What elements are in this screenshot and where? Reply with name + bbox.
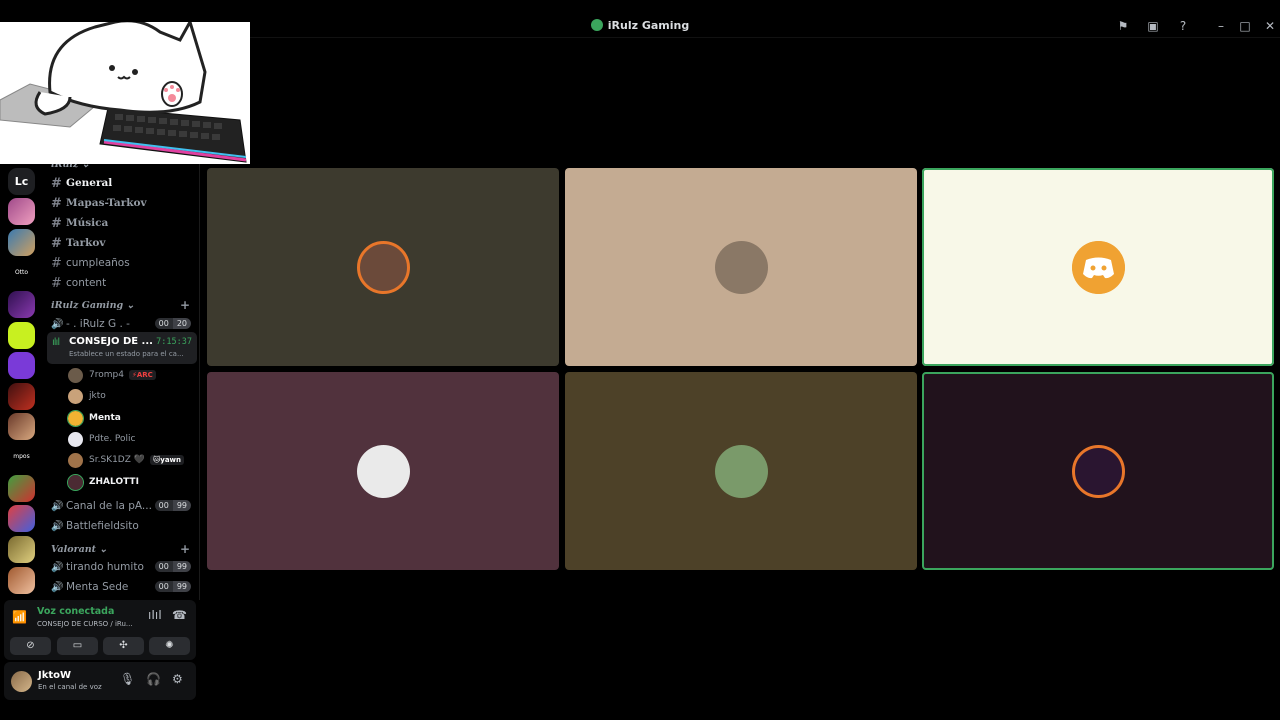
voice-user[interactable]: Pdte. Polic (68, 430, 136, 448)
server-mpos[interactable]: mpos (8, 448, 35, 464)
participant-avatar (357, 445, 410, 498)
server-avatar[interactable] (8, 567, 35, 594)
noise-suppression-icon[interactable]: ıIıI (148, 608, 162, 622)
help-icon[interactable]: ? (1175, 18, 1191, 34)
voice-channel[interactable]: 🔊 Canal de la pA... 00 99 (51, 497, 195, 515)
channel-cumpleanos[interactable]: # cumpleaños (51, 254, 195, 272)
maximize-button[interactable]: □ (1237, 18, 1253, 34)
hash-icon: # (51, 175, 62, 191)
voice-user[interactable]: Menta (67, 409, 121, 427)
signal-icon[interactable]: 📶 (12, 610, 28, 626)
add-channel-icon[interactable]: + (180, 298, 190, 312)
avatar (67, 473, 84, 491)
hash-icon: # (51, 195, 62, 211)
server-avatar[interactable] (8, 352, 35, 379)
voice-user[interactable]: ZHALOTTI (67, 473, 139, 491)
flag-icon[interactable]: ⚑ (1115, 18, 1131, 34)
discord-default-avatar-icon (1072, 241, 1125, 294)
server-avatar[interactable] (8, 198, 35, 225)
server-icon (590, 19, 603, 31)
channel-tarkov[interactable]: # Tarkov (51, 234, 195, 252)
channel-content[interactable]: # content (51, 274, 195, 292)
speaker-icon: 🔊 (51, 318, 64, 330)
participant-avatar (357, 241, 410, 294)
hash-icon: # (51, 215, 62, 231)
inbox-icon[interactable]: ▣ (1145, 18, 1161, 34)
voice-user[interactable]: jkto (68, 387, 106, 405)
channel-general[interactable]: # General (51, 174, 195, 192)
server-avatar[interactable] (8, 291, 35, 318)
user-limit-badge: 00 20 (154, 318, 191, 329)
speaker-icon: 🔊 (51, 581, 64, 593)
active-voice-channel[interactable]: ılıl CONSEJO DE ... 7:15:37 Establece un… (47, 332, 197, 364)
user-panel: JktoW En el canal de voz 🎙 🎧 ⚙ (4, 662, 196, 700)
settings-icon[interactable]: ⚙ (172, 672, 183, 686)
hash-icon: # (51, 255, 62, 271)
voice-user[interactable]: Sr.SK1DZ 🖤 🐱yawn (68, 451, 184, 469)
voice-channel[interactable]: 🔊 tirando humito 00 99 (51, 558, 195, 576)
voice-connection-panel: 📶 Voz conectada CONSEJO DE CURSO / iRu..… (4, 600, 196, 660)
microphone-icon[interactable]: 🎙 (120, 672, 135, 686)
participant-tile[interactable] (565, 372, 917, 570)
server-avatar[interactable] (8, 475, 35, 502)
participant-tile[interactable] (565, 168, 917, 366)
voice-channel[interactable]: 🔊 Battlefieldsito (51, 517, 195, 535)
hash-icon: # (51, 275, 62, 291)
voice-activity-icon: ılıl (52, 337, 60, 348)
speaker-icon: 🔊 (51, 500, 64, 512)
participant-tile[interactable] (207, 168, 559, 366)
user-limit-badge: 00 99 (154, 561, 191, 572)
speaker-icon: 🔊 (51, 520, 64, 532)
participant-avatar (715, 445, 768, 498)
hash-icon: # (51, 235, 62, 251)
channel-mapas-tarkov[interactable]: # Mapas-Tarkov (51, 194, 195, 212)
voice-user[interactable]: 7romp4 ⚡ARC (68, 366, 156, 384)
avatar (68, 388, 83, 404)
avatar (67, 409, 84, 427)
channel-status[interactable]: Establece un estado para el ca... (69, 350, 184, 358)
participant-tile[interactable] (922, 168, 1274, 366)
channel-musica[interactable]: # Música (51, 214, 195, 232)
add-channel-icon[interactable]: + (180, 542, 190, 556)
server-avatar[interactable] (8, 505, 35, 532)
voice-timer: 7:15:37 (156, 337, 192, 347)
participant-tile[interactable] (207, 372, 559, 570)
server-otto[interactable]: Otto (8, 264, 35, 280)
avatar (68, 367, 83, 383)
avatar (68, 452, 83, 468)
camera-off-button[interactable]: ⊘ (10, 637, 51, 655)
user-avatar[interactable] (11, 671, 32, 692)
user-limit-badge: 00 99 (154, 500, 191, 511)
server-lc[interactable]: Lc (8, 168, 35, 195)
speaker-icon: 🔊 (51, 561, 64, 573)
headphones-icon[interactable]: 🎧 (146, 672, 161, 686)
server-avatar[interactable] (8, 322, 35, 349)
user-limit-badge: 00 99 (154, 581, 191, 592)
close-button[interactable]: ✕ (1262, 18, 1278, 34)
server-avatar[interactable] (8, 229, 35, 256)
server-avatar[interactable] (8, 536, 35, 563)
activities-button[interactable]: ✣ (103, 637, 144, 655)
voice-channel[interactable]: 🔊 Menta Sede 00 99 (51, 578, 195, 596)
minimize-button[interactable]: – (1213, 18, 1229, 34)
category-header[interactable]: Valorant ⌄ + (51, 542, 190, 556)
participant-tile[interactable] (922, 372, 1274, 570)
participant-avatar (1072, 445, 1125, 498)
participant-avatar (715, 241, 768, 294)
server-avatar[interactable] (8, 413, 35, 440)
disconnect-icon[interactable]: ☎ (172, 608, 187, 622)
avatar (68, 431, 83, 447)
soundboard-button[interactable]: ✺ (149, 637, 190, 655)
screen-share-button[interactable]: ▭ (57, 637, 98, 655)
server-avatar[interactable] (8, 383, 35, 410)
category-header[interactable]: iRulz Gaming ⌄ + (51, 298, 190, 312)
voice-channel[interactable]: 🔊 - . iRulz G . -00 20 (51, 315, 195, 333)
bongo-cat-sticker (0, 22, 250, 164)
